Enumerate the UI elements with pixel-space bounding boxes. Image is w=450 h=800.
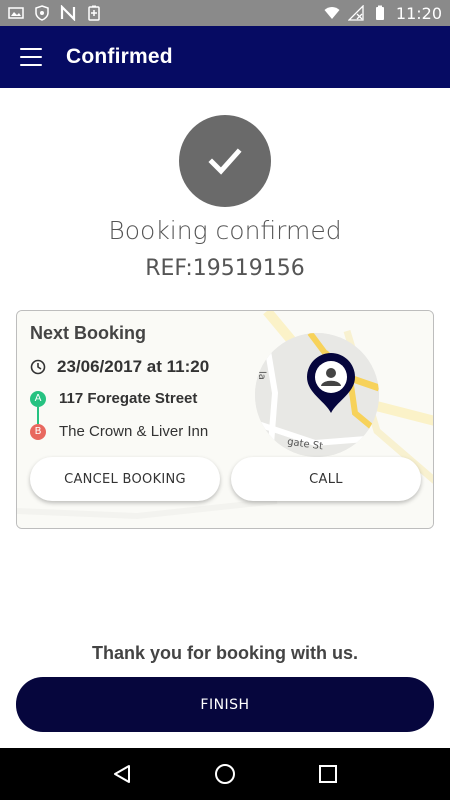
back-button[interactable] [107,759,137,789]
call-button[interactable]: CALL [231,457,421,501]
n-icon [60,5,76,21]
pickup-marker-icon: A [30,390,46,407]
dropoff-address: The Crown & Liver Inn [59,423,209,440]
battery-saver-icon [88,5,100,21]
recents-icon [319,765,338,783]
check-icon [208,148,242,175]
home-button[interactable] [210,759,240,789]
clock: 11:20 [395,3,442,23]
check-circle [179,115,271,207]
dropoff-row: B The Crown & Liver Inn [30,423,208,440]
home-icon [214,764,235,784]
page-title: Confirmed [66,45,173,68]
recents-button[interactable] [313,759,343,789]
confirmation-title: Booking confirmed [108,216,342,245]
finish-button[interactable]: FINISH [16,677,434,732]
next-booking-card: la gate St Next Booking 23/06/2017 at 11… [16,310,434,529]
thank-you-message: Thank you for booking with us. [92,643,358,663]
no-signal-icon [347,5,364,21]
location-pin-icon [307,353,355,413]
image-icon [8,7,24,19]
app-bar: Confirmed [0,26,450,88]
wifi-icon [324,7,340,19]
datetime-text: 23/06/2017 at 11:20 [57,357,210,376]
card-title: Next Booking [30,323,147,343]
route-connector [37,407,39,424]
booking-datetime: 23/06/2017 at 11:20 [30,357,209,377]
battery-icon [375,5,384,20]
menu-icon[interactable] [20,48,42,66]
cancel-booking-button[interactable]: CANCEL BOOKING [30,457,220,501]
clock-icon [30,359,46,375]
back-icon [113,765,130,783]
pickup-row: A 117 Foregate Street [30,390,197,407]
dropoff-marker-icon: B [30,423,46,440]
status-bar: 11:20 [0,0,450,26]
navigation-bar [0,748,450,800]
booking-reference: REF:19519156 [145,256,305,281]
pickup-address: 117 Foregate Street [59,390,198,407]
shield-icon [35,5,49,21]
